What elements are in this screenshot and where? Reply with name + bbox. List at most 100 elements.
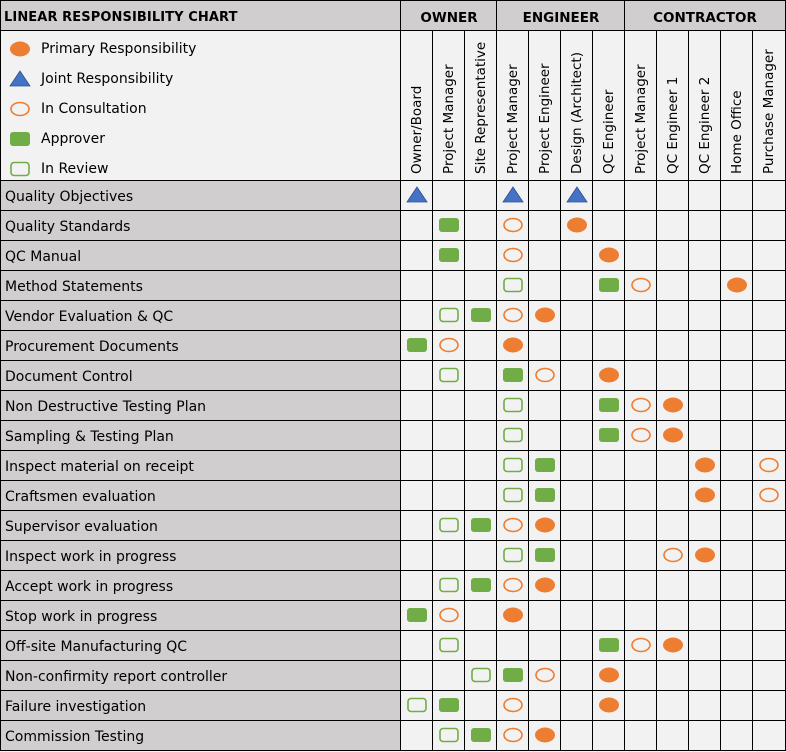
primary-marker [535,307,555,323]
approver-marker [599,278,619,292]
review-marker [439,367,459,383]
approver-marker [439,698,459,712]
legend-label: In Review [41,161,109,177]
review-marker [439,577,459,593]
review-marker [503,487,523,503]
consultation-marker [503,307,523,323]
primary-marker [599,697,619,713]
task-label: Non-confirmity report controller [5,669,228,685]
grid-row-line [0,570,786,571]
task-label: Supervisor evaluation [5,519,158,535]
grid-column-divider [432,30,433,750]
approver-marker [471,728,491,742]
primary-marker [535,517,555,533]
consultation-legend-icon [10,101,30,117]
task-label: Method Statements [5,279,143,295]
grid-row-line [0,420,786,421]
approver-marker [535,458,555,472]
grid-column-divider [720,30,721,750]
approver-marker [599,638,619,652]
consultation-marker [535,367,555,383]
column-header: Site Representative [473,41,489,174]
approver-marker [439,248,459,262]
grid-row-line [0,270,786,271]
task-label: Quality Standards [5,219,131,235]
consultation-marker [503,217,523,233]
grid-row-line [0,240,786,241]
legend-item-primary: Primary Responsibility [8,34,196,64]
consultation-marker [503,247,523,263]
task-label: Vendor Evaluation & QC [5,309,174,325]
grid-row-line [0,450,786,451]
consultation-marker [439,607,459,623]
approver-marker [535,488,555,502]
review-marker [439,727,459,743]
group-header-owner: OWNER [420,10,478,26]
review-legend-icon [10,161,30,177]
task-label: QC Manual [5,249,82,265]
legend-label: Approver [41,131,106,147]
legend-item-approver: Approver [8,124,105,154]
review-marker [503,457,523,473]
grid-row-line [0,750,786,751]
primary-marker [695,487,715,503]
column-header: QC Engineer 1 [665,76,681,174]
column-header: QC Engineer [601,89,617,174]
grid-left [0,0,1,750]
grid-row-line [0,600,786,601]
joint-marker [406,186,428,203]
column-header: Project Engineer [537,63,553,174]
task-label: Failure investigation [5,699,147,715]
primary-marker [599,667,619,683]
approver-marker [503,368,523,382]
review-marker [471,667,491,683]
consultation-marker [439,337,459,353]
grid-column-divider [688,30,689,750]
grid-column-divider [592,30,593,750]
approver-marker [535,548,555,562]
grid-top [0,0,786,1]
approver-marker [599,428,619,442]
consultation-marker [631,637,651,653]
grid-row-line [0,630,786,631]
review-marker [439,637,459,653]
grid-group-divider [496,0,497,750]
column-header: Design (Architect) [569,52,585,174]
task-label: Commission Testing [5,729,145,745]
grid-column-divider [464,30,465,750]
approver-legend-icon [10,132,30,146]
task-label: Document Control [5,369,133,385]
grid-row-line [0,390,786,391]
primary-marker [695,547,715,563]
task-label: Quality Objectives [5,189,134,205]
review-marker [439,517,459,533]
approver-marker [599,398,619,412]
consultation-marker [663,547,683,563]
grid-row-line [0,210,786,211]
primary-marker [535,577,555,593]
group-header-engineer: ENGINEER [522,10,600,26]
primary-marker [567,217,587,233]
consultation-marker [759,487,779,503]
consultation-marker [503,697,523,713]
chart-title: LINEAR RESPONSIBILITY CHART [4,10,238,25]
approver-marker [471,308,491,322]
grid-header-bottom [0,180,786,181]
grid-group-divider [624,0,625,750]
primary-marker [695,457,715,473]
task-label: Stop work in progress [5,609,158,625]
task-label: Off-site Manufacturing QC [5,639,188,655]
grid-column-divider [560,30,561,750]
approver-marker [471,578,491,592]
consultation-marker [631,397,651,413]
legend-item-joint: Joint Responsibility [8,64,173,94]
review-marker [503,427,523,443]
task-label: Inspect work in progress [5,549,177,565]
column-header: Project Manager [505,64,521,174]
responsibility-chart: LINEAR RESPONSIBILITY CHART OWNER ENGINEE… [0,0,786,752]
consultation-marker [631,427,651,443]
primary-marker [663,637,683,653]
column-header: QC Engineer 2 [697,76,713,174]
approver-marker [439,218,459,232]
task-label: Procurement Documents [5,339,179,355]
